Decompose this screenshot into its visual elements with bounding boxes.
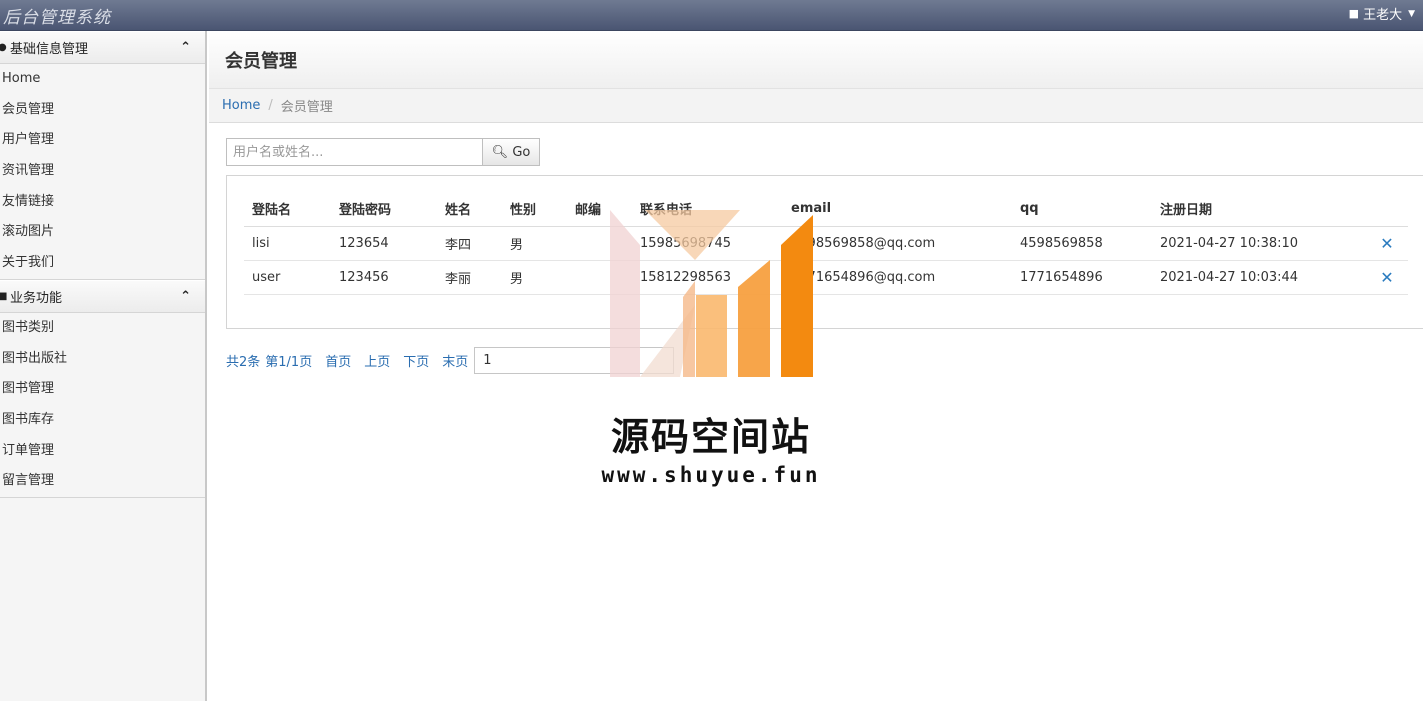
cell-reg-date: 2021-04-27 10:38:10 [1152,226,1358,261]
table-panel: 登陆名 登陆密码 姓名 性别 邮编 联系电话 email qq 注册日期 lis… [226,175,1423,329]
page-title: 会员管理 [225,50,297,72]
sidebar-item-users[interactable]: 用户管理 [0,125,205,156]
sidebar-item-inventory[interactable]: 图书库存 [0,405,205,436]
sidebar-item-about[interactable]: 关于我们 [0,248,205,279]
col-reg-date: 注册日期 [1152,192,1358,227]
gear-icon: ● [0,42,7,53]
sidebar-section-basic[interactable]: ● 基础信息管理 ⌃ [0,31,205,64]
user-icon: ■ [1348,7,1360,20]
pagination: 共2条 第1/1页 首页 上页 下页 末页 [226,347,675,374]
col-postcode: 邮编 [567,192,632,227]
sidebar-item-home[interactable]: Home [0,64,205,95]
col-gender: 性别 [502,192,567,227]
cell-password: 123456 [331,260,437,295]
member-table: 登陆名 登陆密码 姓名 性别 邮编 联系电话 email qq 注册日期 lis… [244,192,1408,295]
app-brand: 后台管理系统 [3,8,111,28]
sidebar-list-basic: Home 会员管理 用户管理 资讯管理 友情链接 滚动图片 关于我们 [0,64,205,280]
pager-last[interactable]: 末页 [442,351,468,370]
cell-password: 123654 [331,226,437,261]
cell-qq: 1771654896 [1012,260,1152,295]
delete-icon[interactable]: ✕ [1358,226,1408,261]
table-row: user 123456 李丽 男 15812298563 1771654896@… [244,260,1408,295]
pager-next[interactable]: 下页 [403,351,429,370]
main-content: 会员管理 Home / 会员管理 🔍︎ Go 登陆名 登陆密码 姓名 性别 邮编… [209,31,1423,701]
breadcrumb: Home / 会员管理 [209,89,1423,123]
user-name: 王老大 [1363,8,1403,23]
cell-name: 李丽 [437,260,502,295]
col-phone: 联系电话 [632,192,783,227]
col-email: email [783,192,1012,227]
col-name: 姓名 [437,192,502,227]
cell-name: 李四 [437,226,502,261]
search-icon: 🔍︎ [491,144,509,160]
pager-first[interactable]: 首页 [325,351,351,370]
cell-gender: 男 [502,226,567,261]
cell-login: lisi [244,226,331,261]
list-icon: ■ [0,290,8,302]
breadcrumb-separator: / [268,98,273,113]
pager-page-input[interactable] [474,347,675,374]
chevron-up-icon[interactable]: ⌃ [180,40,191,55]
user-menu[interactable]: ■ 王老大 ▼ [1349,4,1415,23]
col-actions [1358,192,1408,227]
page-header: 会员管理 [209,31,1423,89]
cell-gender: 男 [502,260,567,295]
cell-login: user [244,260,331,295]
sidebar-item-links[interactable]: 友情链接 [0,187,205,218]
sidebar-item-members[interactable]: 会员管理 [0,95,205,126]
sidebar-list-business: 图书类别 图书出版社 图书管理 图书库存 订单管理 留言管理 [0,313,205,498]
sidebar-section-business[interactable]: ■ 业务功能 ⌃ [0,279,205,313]
pager-total: 共2条 [226,355,261,370]
col-qq: qq [1012,192,1152,227]
search-bar: 🔍︎ Go [226,138,540,166]
table-header-row: 登陆名 登陆密码 姓名 性别 邮编 联系电话 email qq 注册日期 [244,192,1408,227]
col-password: 登陆密码 [331,192,437,227]
cell-phone: 15985698745 [632,226,783,261]
sidebar-item-book-categories[interactable]: 图书类别 [0,313,205,344]
sidebar-item-publishers[interactable]: 图书出版社 [0,344,205,375]
top-bar: 后台管理系统 ■ 王老大 ▼ [0,0,1423,31]
table-row: lisi 123654 李四 男 15985698745 4598569858@… [244,226,1408,261]
sidebar-item-news[interactable]: 资讯管理 [0,156,205,187]
search-button-label: Go [512,144,531,160]
chevron-up-icon[interactable]: ⌃ [180,289,191,304]
pager-prev[interactable]: 上页 [364,351,390,370]
cell-postcode [567,260,632,295]
sidebar-item-books[interactable]: 图书管理 [0,374,205,405]
cell-email: 1771654896@qq.com [783,260,1012,295]
breadcrumb-current: 会员管理 [280,100,333,115]
sidebar-item-slides[interactable]: 滚动图片 [0,217,205,248]
sidebar-item-messages[interactable]: 留言管理 [0,466,205,497]
delete-icon[interactable]: ✕ [1358,260,1408,295]
sidebar-section-title: 基础信息管理 [10,42,89,57]
cell-qq: 4598569858 [1012,226,1152,261]
cell-postcode [567,226,632,261]
search-input[interactable] [226,138,482,166]
caret-down-icon: ▼ [1408,8,1415,19]
sidebar-section-title: 业务功能 [10,290,63,306]
watermark-url: www.shuyue.fun [601,463,821,487]
watermark-title: 源码空间站 [610,415,811,459]
breadcrumb-home[interactable]: Home [222,98,260,113]
cell-phone: 15812298563 [632,260,783,295]
cell-email: 4598569858@qq.com [783,226,1012,261]
sidebar: ● 基础信息管理 ⌃ Home 会员管理 用户管理 资讯管理 友情链接 滚动图片… [0,31,207,701]
col-login: 登陆名 [244,192,331,227]
search-button[interactable]: 🔍︎ Go [482,138,540,166]
sidebar-item-orders[interactable]: 订单管理 [0,436,205,467]
cell-reg-date: 2021-04-27 10:03:44 [1152,260,1358,295]
pager-page: 第1/1页 [265,355,313,370]
